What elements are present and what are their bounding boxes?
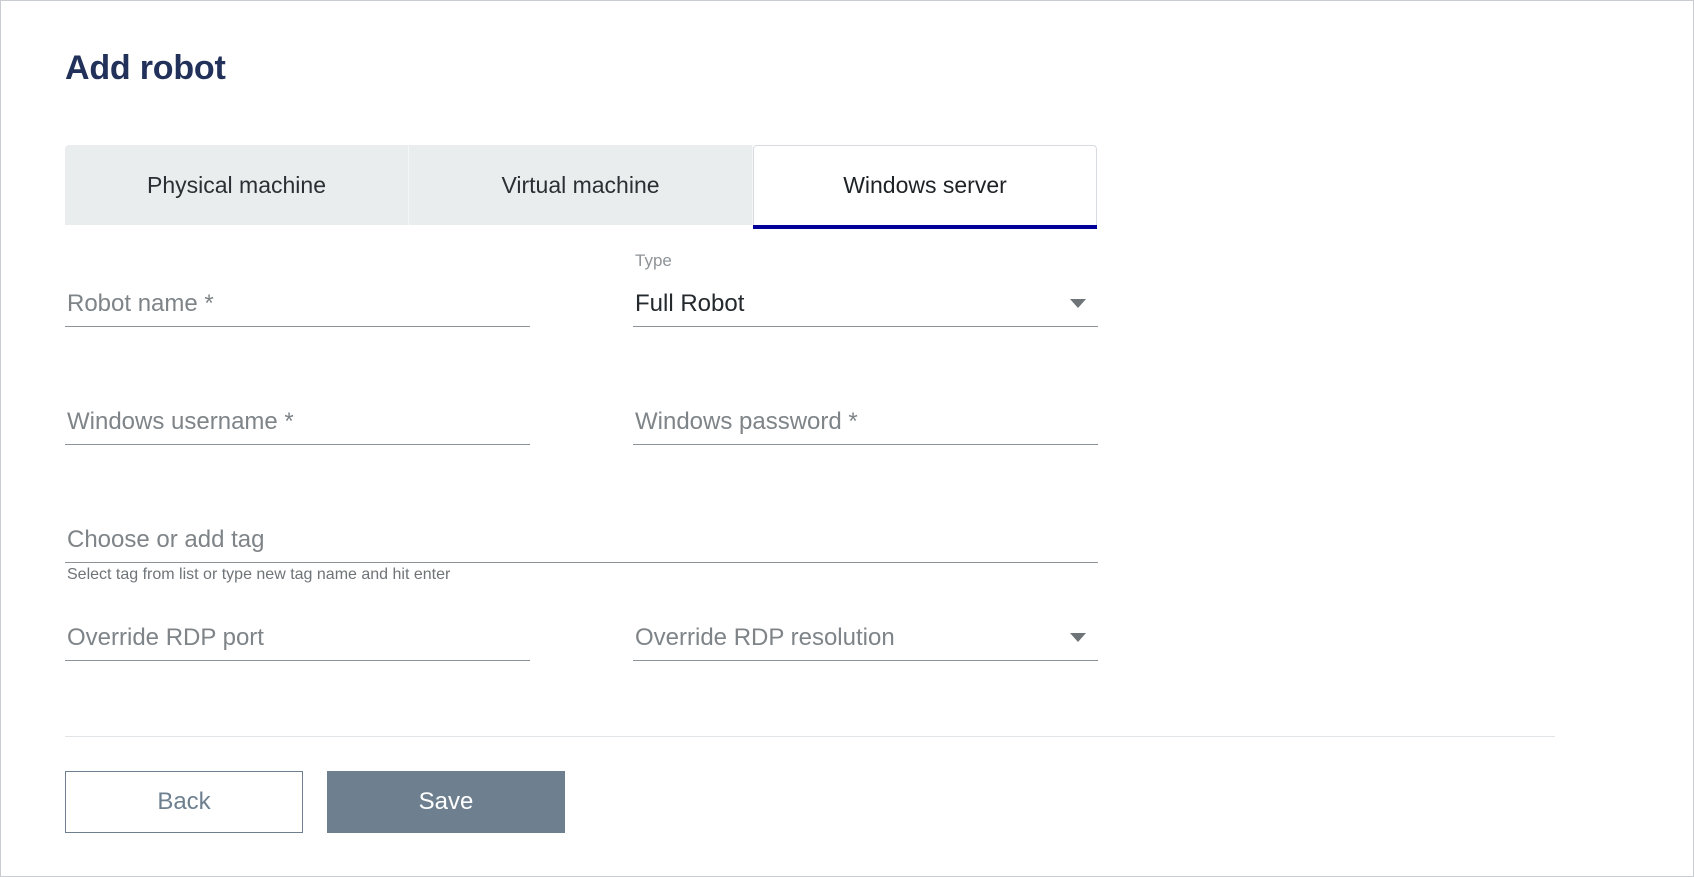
chevron-down-icon[interactable] — [1070, 299, 1086, 308]
save-button-label: Save — [418, 788, 474, 815]
override-rdp-resolution-select[interactable]: Override RDP resolution — [633, 605, 1098, 661]
windows-password-placeholder: Windows password * — [635, 408, 858, 435]
tab-windows-server-label: Windows server — [843, 172, 1007, 198]
chevron-down-icon[interactable] — [1070, 633, 1086, 642]
add-robot-page: Add robot Physical machine Virtual machi… — [0, 0, 1694, 877]
type-value: Full Robot — [635, 290, 745, 317]
save-button[interactable]: Save — [327, 771, 565, 833]
tab-physical-machine-label: Physical machine — [147, 171, 326, 198]
windows-password-field[interactable]: Windows password * — [633, 389, 1098, 445]
active-tab-indicator — [753, 225, 1097, 229]
machine-type-tabs: Physical machine Virtual machine Windows… — [65, 145, 1097, 229]
tag-hint: Select tag from list or type new tag nam… — [67, 566, 451, 583]
tag-field[interactable]: Choose or add tag — [65, 507, 1098, 563]
form-divider — [65, 736, 1555, 737]
override-rdp-port-placeholder: Override RDP port — [67, 624, 264, 651]
robot-name-field[interactable]: Robot name * — [65, 271, 530, 327]
tab-windows-server[interactable]: Windows server — [753, 145, 1097, 225]
windows-username-placeholder: Windows username * — [67, 408, 294, 435]
type-label: Type — [635, 251, 672, 270]
windows-username-field[interactable]: Windows username * — [65, 389, 530, 445]
tab-virtual-machine-label: Virtual machine — [501, 171, 660, 198]
page-title: Add robot — [65, 49, 226, 87]
override-rdp-resolution-placeholder: Override RDP resolution — [635, 624, 895, 651]
tab-physical-machine[interactable]: Physical machine — [65, 145, 409, 225]
type-select[interactable]: Type Full Robot — [633, 251, 1098, 327]
page-content: Add robot Physical machine Virtual machi… — [65, 1, 1631, 876]
tab-virtual-machine[interactable]: Virtual machine — [409, 145, 753, 225]
tag-placeholder: Choose or add tag — [67, 526, 265, 553]
robot-name-placeholder: Robot name * — [67, 290, 214, 317]
back-button[interactable]: Back — [65, 771, 303, 833]
back-button-label: Back — [157, 788, 211, 815]
override-rdp-port-field[interactable]: Override RDP port — [65, 605, 530, 661]
